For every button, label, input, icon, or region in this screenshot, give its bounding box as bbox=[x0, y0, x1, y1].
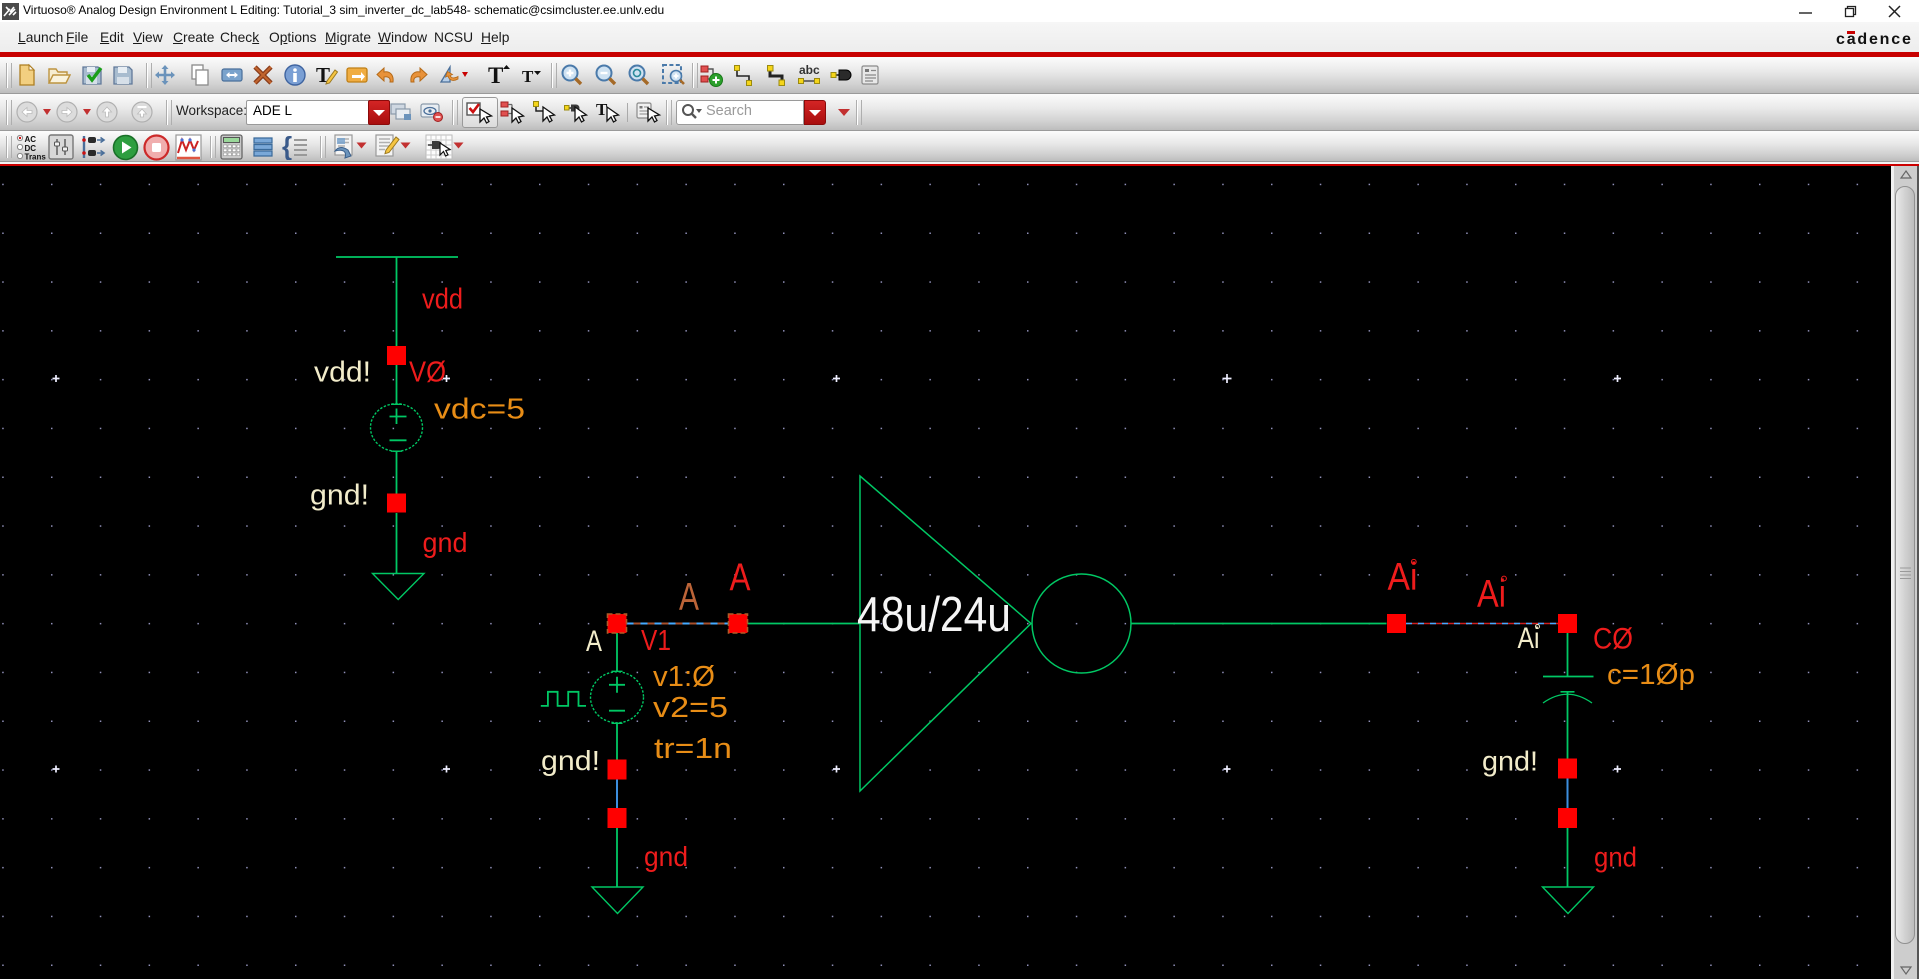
svg-text:Ai: Ai bbox=[1388, 556, 1418, 599]
svg-text:AC: AC bbox=[25, 135, 37, 144]
svg-text:tr=1n: tr=1n bbox=[654, 733, 732, 765]
svg-text:V1: V1 bbox=[641, 625, 671, 657]
svg-text:A: A bbox=[679, 576, 699, 619]
svg-text:gnd!: gnd! bbox=[310, 480, 369, 512]
svg-text:A: A bbox=[586, 625, 602, 658]
svg-text:vdd: vdd bbox=[422, 284, 463, 316]
svg-text:T: T bbox=[522, 67, 534, 86]
svg-text:vdd!: vdd! bbox=[314, 357, 371, 389]
svg-text:vdc=5: vdc=5 bbox=[434, 394, 525, 426]
svg-text:Ai: Ai bbox=[1518, 622, 1540, 655]
svg-text:gnd!: gnd! bbox=[1482, 746, 1538, 777]
svg-text:gnd: gnd bbox=[423, 527, 468, 558]
svg-text:T: T bbox=[488, 63, 503, 87]
svg-text:CØ: CØ bbox=[1593, 623, 1633, 656]
svg-text:abc: abc bbox=[799, 63, 820, 77]
svg-text:Trans: Trans bbox=[25, 153, 47, 162]
svg-text:v2=5: v2=5 bbox=[653, 692, 728, 724]
svg-text:gnd!: gnd! bbox=[541, 745, 600, 776]
svg-text:VØ: VØ bbox=[409, 357, 446, 389]
svg-text:T: T bbox=[596, 100, 608, 119]
svg-text:v1:Ø: v1:Ø bbox=[653, 661, 715, 693]
svg-text:A: A bbox=[730, 557, 751, 600]
svg-text:gnd: gnd bbox=[644, 841, 688, 872]
svg-text:48u/24u: 48u/24u bbox=[857, 588, 1011, 642]
svg-text:{: { bbox=[282, 134, 292, 160]
svg-text:gnd: gnd bbox=[1594, 842, 1637, 873]
svg-text:c=1Øp: c=1Øp bbox=[1607, 659, 1695, 691]
